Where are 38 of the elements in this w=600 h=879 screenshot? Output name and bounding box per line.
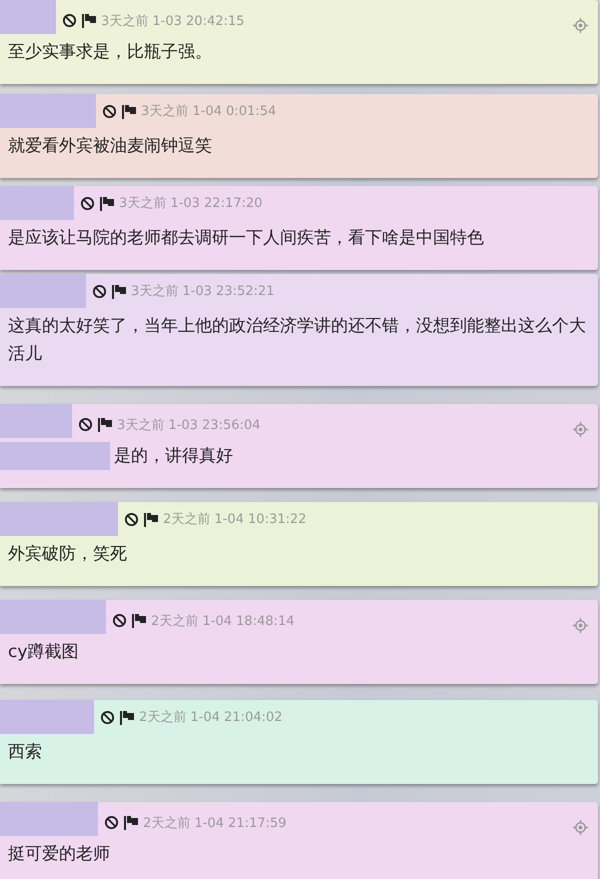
flag-icon[interactable] bbox=[119, 710, 135, 724]
comment-time: 3天之前 1-03 23:56:04 bbox=[117, 416, 260, 434]
comment-time: 3天之前 1-04 0:01:54 bbox=[141, 103, 276, 120]
comment-text: cy蹲截图 bbox=[7, 641, 80, 664]
block-icon[interactable] bbox=[78, 417, 93, 432]
flag-icon[interactable] bbox=[97, 417, 113, 432]
comment-text: 至少实事求是，比瓶子强。 bbox=[7, 41, 213, 64]
comment-time: 3天之前 1-03 23:52:21 bbox=[131, 283, 274, 300]
comment-time: 2天之前 1-04 21:17:59 bbox=[143, 814, 286, 832]
flag-icon[interactable] bbox=[123, 815, 139, 830]
comment-time: 3天之前 1-03 22:17:20 bbox=[119, 195, 262, 212]
block-icon[interactable] bbox=[124, 512, 139, 526]
comment-text: 是的，讲得真好 bbox=[114, 445, 234, 468]
comment-text: 就爱看外宾被油麦闹钟逗笑 bbox=[7, 135, 213, 158]
block-icon[interactable] bbox=[102, 104, 117, 118]
comment-text: 是应该让马院的老师都去调研一下人间疾苦，看下啥是中国特色 bbox=[7, 227, 485, 250]
flag-icon[interactable] bbox=[99, 196, 115, 210]
comment-time: 2天之前 1-04 10:31:22 bbox=[163, 511, 306, 528]
redaction-block bbox=[0, 404, 72, 438]
flag-icon[interactable] bbox=[121, 104, 137, 118]
comment-text: 西索 bbox=[7, 741, 43, 764]
redaction-block bbox=[0, 0, 56, 34]
comment-time: 2天之前 1-04 21:04:02 bbox=[139, 709, 282, 726]
comment-text: 这真的太好笑了，当年上他的政治经济学讲的还不错，没想到能整出这么个大活儿 bbox=[7, 315, 587, 366]
block-icon[interactable] bbox=[112, 613, 127, 628]
block-icon[interactable] bbox=[100, 710, 115, 724]
block-icon[interactable] bbox=[104, 815, 119, 830]
flag-icon[interactable] bbox=[111, 284, 127, 298]
comment-text: 外宾破防，笑死 bbox=[7, 543, 128, 566]
block-icon[interactable] bbox=[80, 196, 95, 210]
comment-text: 挺可爱的老师 bbox=[7, 843, 111, 866]
flag-icon[interactable] bbox=[143, 512, 159, 526]
block-icon[interactable] bbox=[92, 284, 107, 298]
comment-time: 2天之前 1-04 18:48:14 bbox=[151, 612, 294, 630]
comment-time: 3天之前 1-03 20:42:15 bbox=[101, 12, 244, 30]
flag-icon[interactable] bbox=[81, 13, 97, 28]
flag-icon[interactable] bbox=[131, 613, 147, 628]
block-icon[interactable] bbox=[62, 13, 77, 28]
